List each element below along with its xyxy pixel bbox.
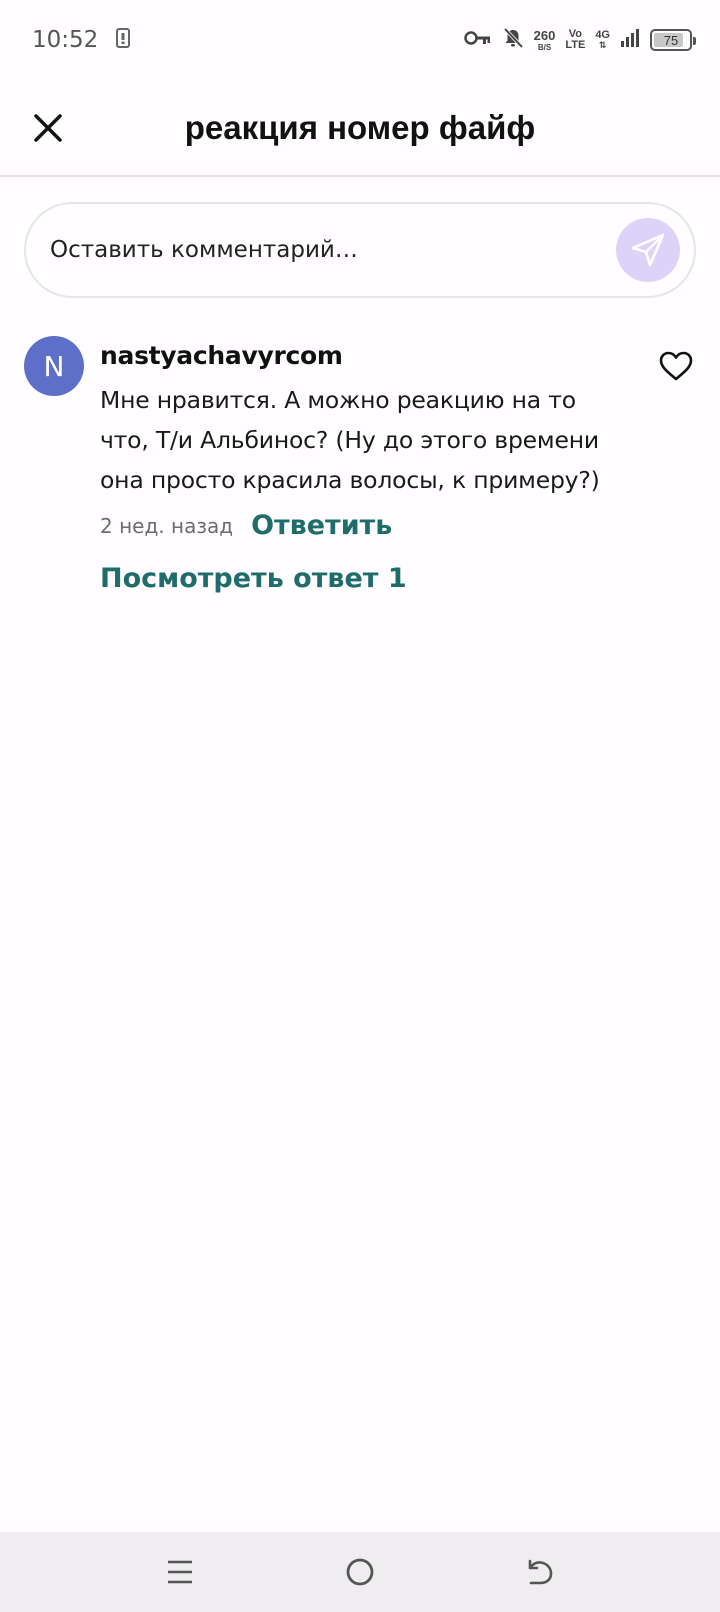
- avatar[interactable]: N: [24, 336, 84, 396]
- header: реакция номер файф: [0, 80, 720, 177]
- vpn-key-icon: [463, 30, 492, 51]
- view-replies-button[interactable]: Посмотреть ответ 1: [100, 563, 620, 594]
- menu-icon: [168, 1560, 192, 1584]
- close-icon: [34, 113, 62, 142]
- status-bar: 10:52 260 B/S Vo LTE 4G ⇅ 75: [0, 0, 720, 80]
- like-button[interactable]: [656, 346, 696, 386]
- net-speed: 260 B/S: [533, 27, 556, 52]
- phone-notification-icon: [116, 27, 131, 53]
- comment-text: Мне нравится. А можно реакцию на то что,…: [100, 386, 600, 494]
- close-button[interactable]: [26, 106, 70, 150]
- comment-time: 2 нед. назад: [100, 513, 234, 538]
- comment-meta: 2 нед. назад Ответить: [100, 510, 620, 541]
- comment-body: nastyachavyrcom Мне нравится. А можно ре…: [100, 336, 620, 594]
- comment-username[interactable]: nastyachavyrcom: [100, 336, 620, 376]
- status-time: 10:52: [32, 27, 99, 53]
- bell-muted-icon: [502, 27, 524, 54]
- volte-indicator: Vo LTE: [565, 28, 586, 51]
- reply-button[interactable]: Ответить: [251, 510, 392, 541]
- data-arrows-icon: ⇅: [598, 40, 607, 50]
- send-button[interactable]: [616, 218, 680, 282]
- battery-icon: 75: [650, 29, 696, 51]
- back-button[interactable]: [510, 1542, 570, 1602]
- home-button[interactable]: [330, 1542, 390, 1602]
- home-circle-icon: [346, 1558, 374, 1586]
- comment-input[interactable]: [50, 237, 616, 263]
- comment-input-box: [24, 202, 696, 298]
- heart-outline-icon: [659, 351, 693, 381]
- send-icon: [631, 233, 665, 267]
- signal-icon: [620, 28, 640, 53]
- status-left: 10:52: [32, 27, 131, 53]
- network-type: 4G ⇅: [595, 29, 610, 50]
- page-title: реакция номер файф: [184, 108, 536, 146]
- menu-button[interactable]: [150, 1542, 210, 1602]
- status-right: 260 B/S Vo LTE 4G ⇅ 75: [463, 27, 696, 54]
- back-icon: [528, 1559, 553, 1585]
- nav-bar: [0, 1532, 720, 1612]
